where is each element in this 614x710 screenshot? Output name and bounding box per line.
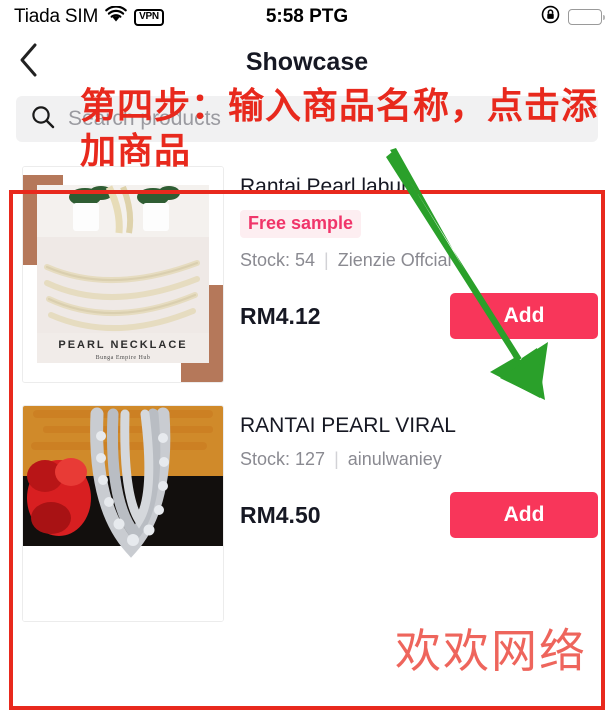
search-icon (30, 104, 56, 135)
product-image-grey-pearl-necklace[interactable] (22, 405, 224, 622)
page-title: Showcase (245, 47, 369, 76)
product-info: Rantai Pearl labuh Free sample Stock: 54… (240, 166, 598, 340)
search-bar[interactable] (16, 96, 598, 142)
battery-icon (568, 9, 605, 25)
product-title: RANTAI PEARL VIRAL (240, 414, 456, 437)
product-meta: Stock: 127 | ainulwaniey (240, 449, 598, 470)
price-row: RM4.12 Add (240, 275, 598, 340)
wifi-icon (105, 5, 127, 28)
product-price: RM4.12 (240, 302, 321, 329)
price-row: RM4.50 Add (240, 474, 598, 539)
svg-text:PEARL NECKLACE: PEARL NECKLACE (58, 339, 187, 351)
product-row[interactable]: PEARL NECKLACE Bunga Empire Hub Rantai P… (0, 154, 614, 393)
status-bar-right (541, 5, 605, 29)
carrier-label: Tiada SIM (14, 6, 99, 27)
product-meta: Stock: 54 | Zienzie Offcial (240, 250, 598, 271)
chevron-left-icon (17, 42, 39, 83)
meta-separator: | (334, 449, 339, 470)
product-row[interactable]: RANTAI PEARL VIRAL Stock: 127 | ainulwan… (0, 393, 614, 632)
product-stock: Stock: 127 (240, 449, 326, 470)
product-price: RM4.50 (240, 501, 321, 528)
free-sample-badge: Free sample (240, 210, 362, 239)
back-button[interactable] (0, 34, 56, 90)
rotation-lock-icon (541, 5, 560, 29)
product-list: PEARL NECKLACE Bunga Empire Hub Rantai P… (0, 154, 614, 632)
product-seller: ainulwaniey (347, 449, 442, 470)
vpn-badge: VPN (134, 8, 164, 26)
meta-separator: | (324, 250, 329, 271)
product-stock: Stock: 54 (240, 250, 316, 271)
status-bar: Tiada SIM VPN 5:58 PTG (0, 0, 614, 34)
add-button[interactable]: Add (450, 293, 598, 340)
product-info: RANTAI PEARL VIRAL Stock: 127 | ainulwan… (240, 405, 598, 539)
search-input[interactable] (68, 107, 584, 131)
status-bar-left: Tiada SIM VPN (14, 5, 164, 28)
product-image-pearl-necklace[interactable]: PEARL NECKLACE Bunga Empire Hub (22, 166, 224, 383)
product-seller: Zienzie Offcial (337, 250, 452, 271)
product-title: Rantai Pearl labuh (240, 175, 413, 198)
add-button[interactable]: Add (450, 492, 598, 539)
svg-text:Bunga Empire Hub: Bunga Empire Hub (96, 355, 151, 361)
nav-bar: Showcase (0, 34, 614, 90)
search-section (0, 90, 614, 154)
